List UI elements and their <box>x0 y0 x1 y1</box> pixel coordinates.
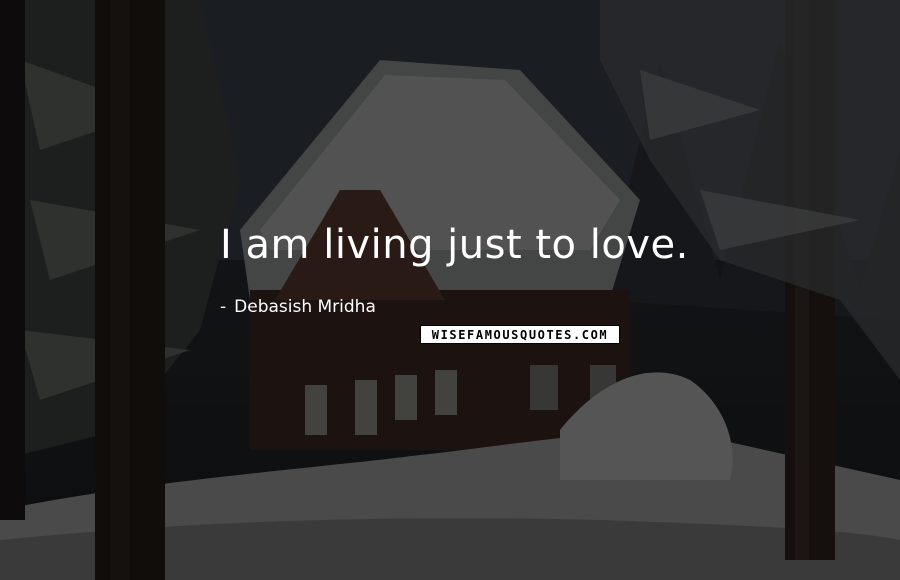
dark-overlay <box>0 0 900 580</box>
quote-card: I am living just to love. - Debasish Mri… <box>0 0 900 580</box>
site-watermark-logo[interactable]: WISEFAMOUSQUOTES.COM <box>420 325 620 344</box>
author-line: - Debasish Mridha <box>220 297 376 317</box>
site-watermark-text: WISEFAMOUSQUOTES.COM <box>431 327 609 342</box>
author-dash: - <box>220 297 227 317</box>
author-name: Debasish Mridha <box>234 297 376 317</box>
quote-text: I am living just to love. <box>220 222 689 268</box>
